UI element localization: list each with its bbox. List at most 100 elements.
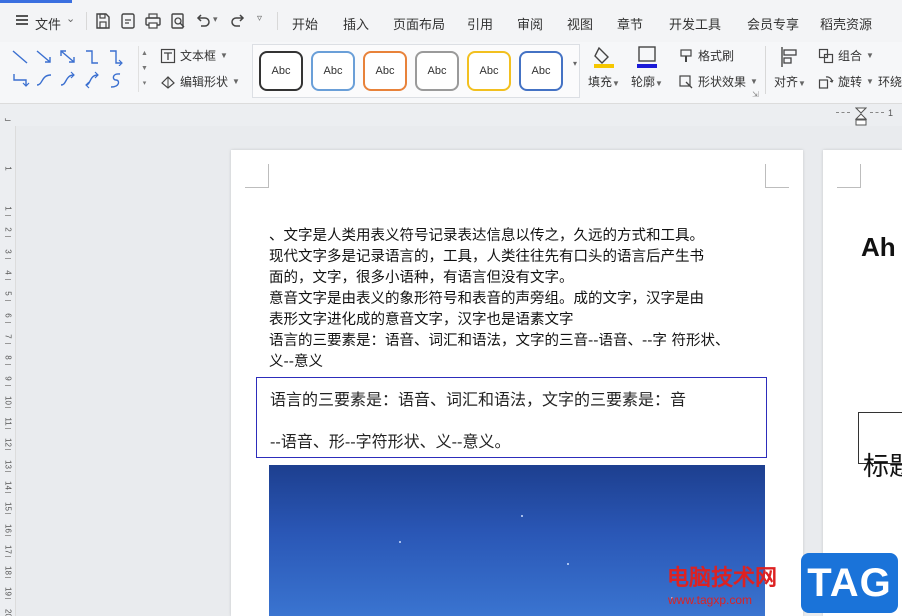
double-arrow-line-icon[interactable] bbox=[58, 48, 78, 66]
rotate-label: 旋转 bbox=[838, 75, 863, 89]
freeform-curve-icon[interactable] bbox=[106, 71, 126, 89]
textbox-button[interactable]: 文本框 ▼ bbox=[160, 47, 228, 64]
tab-insert[interactable]: 插入 bbox=[343, 14, 369, 33]
ruler-tick bbox=[5, 236, 11, 238]
ruler-number: 7 bbox=[3, 334, 13, 339]
print-preview-icon[interactable] bbox=[168, 11, 188, 31]
body-line: 、文字是人类用表义符号记录表达信息以传之，久远的方式和工具。 bbox=[269, 228, 704, 244]
format-painter-button[interactable]: 格式刷 bbox=[678, 47, 734, 64]
tab-home[interactable]: 开始 bbox=[292, 14, 318, 33]
elbow-connector-icon[interactable] bbox=[82, 48, 102, 66]
body-line: 义--意义 bbox=[269, 354, 323, 370]
tab-docer-resources[interactable]: 稻壳资源 bbox=[820, 14, 872, 33]
wrap-label: 环绕 bbox=[878, 75, 902, 89]
ruler-tick bbox=[5, 278, 11, 280]
chevron-down-icon: ▼ bbox=[220, 51, 228, 60]
export-pdf-icon[interactable] bbox=[118, 11, 138, 31]
print-icon[interactable] bbox=[143, 11, 163, 31]
shape-gallery-scroll[interactable]: ▲ ▼ ▾ bbox=[138, 46, 150, 92]
elbow-arrow-connector-icon[interactable] bbox=[106, 48, 126, 66]
wrap-button[interactable]: 环绕 bbox=[878, 73, 902, 90]
ruler-number: 8 bbox=[3, 355, 13, 360]
menu-bar: 文件 ⌄ ▾ ▿ 开始 插入 页面布局 引用 审阅 视图 章节 开发工具 会员专… bbox=[0, 0, 902, 42]
ruler-tick bbox=[5, 428, 11, 429]
scroll-down-icon[interactable]: ▼ bbox=[139, 61, 150, 76]
edit-shape-button[interactable]: 编辑形状 ▼ bbox=[160, 73, 240, 90]
undo-dropdown-icon[interactable]: ▾ bbox=[213, 14, 218, 25]
indent-marker-icon[interactable] bbox=[855, 106, 867, 126]
ruler-tick bbox=[5, 534, 11, 536]
expand-gallery-icon[interactable]: ▾ bbox=[139, 76, 150, 91]
shape-gallery[interactable] bbox=[8, 46, 132, 92]
selected-textbox[interactable]: 语言的三要素是：语音、词汇和语法，文字的三要素是：音 --语音、形--字符形状、… bbox=[256, 377, 767, 458]
ruler-tick bbox=[5, 577, 11, 579]
ruler-number: 11 bbox=[3, 417, 13, 426]
next-document-page[interactable]: Ah 标题 bbox=[823, 150, 902, 616]
body-line: 表形文字进化成的意音文字，汉字也是语素文字 bbox=[269, 312, 574, 328]
ruler-number: 5 bbox=[3, 291, 13, 296]
align-label: 对齐 bbox=[774, 75, 799, 89]
curved-double-arrow-icon[interactable] bbox=[82, 71, 102, 89]
rotate-button[interactable]: 旋转 ▼ bbox=[818, 73, 874, 90]
shape-style-1[interactable]: Abc bbox=[259, 51, 303, 91]
shape-style-4[interactable]: Abc bbox=[415, 51, 459, 91]
tab-page-layout[interactable]: 页面布局 bbox=[393, 14, 445, 33]
divider bbox=[765, 46, 766, 94]
shape-style-6[interactable]: Abc bbox=[519, 51, 563, 91]
tab-review[interactable]: 审阅 bbox=[517, 14, 543, 33]
ruler-marker bbox=[870, 112, 884, 113]
curved-connector-icon[interactable] bbox=[34, 71, 54, 89]
save-icon[interactable] bbox=[93, 11, 113, 31]
shape-style-3[interactable]: Abc bbox=[363, 51, 407, 91]
margin-corner-mark bbox=[245, 164, 269, 188]
ruler-number: 6 bbox=[3, 312, 13, 318]
ruler-number: 12 bbox=[3, 438, 13, 448]
dialog-launcher-icon[interactable]: ⇲ bbox=[752, 90, 759, 99]
scroll-up-icon[interactable]: ▲ bbox=[139, 46, 150, 61]
rotate-icon bbox=[818, 75, 834, 89]
edit-shape-label: 编辑形状 bbox=[180, 75, 229, 89]
horizontal-ruler: ⌙ 1 bbox=[0, 104, 902, 126]
fill-bucket-icon bbox=[591, 45, 617, 69]
ruler-tick bbox=[5, 364, 11, 366]
ruler-tick bbox=[5, 257, 11, 259]
line-icon[interactable] bbox=[10, 48, 30, 66]
expand-styles-icon[interactable]: ▾ bbox=[573, 59, 577, 68]
outline-button[interactable]: 轮廓▼ bbox=[627, 45, 667, 90]
undo-icon[interactable] bbox=[193, 11, 213, 31]
tab-stop-selector-icon[interactable]: ⌙ bbox=[4, 114, 12, 125]
shape-effect-button[interactable]: 形状效果 ▼ bbox=[678, 73, 758, 90]
star-dot bbox=[399, 541, 401, 543]
document-page[interactable]: 、文字是人类用表义符号记录表达信息以传之，久远的方式和工具。 现代文字多是记录语… bbox=[231, 150, 803, 616]
document-body[interactable]: 、文字是人类用表义符号记录表达信息以传之，久远的方式和工具。 现代文字多是记录语… bbox=[269, 226, 774, 373]
format-painter-icon bbox=[680, 48, 692, 62]
ruler-marker bbox=[836, 112, 850, 113]
ruler-tick bbox=[5, 449, 11, 451]
tab-member[interactable]: 会员专享 bbox=[747, 14, 799, 33]
redo-icon[interactable] bbox=[228, 11, 248, 31]
customize-toolbar-icon[interactable]: ▿ bbox=[257, 13, 262, 24]
page2-heading: Ah bbox=[861, 232, 896, 262]
ruler-tick bbox=[5, 385, 11, 387]
align-button[interactable]: 对齐▼ bbox=[770, 45, 810, 90]
ruler-number: 3 bbox=[3, 248, 13, 254]
curved-arrow-connector-icon[interactable] bbox=[58, 71, 78, 89]
shape-style-2[interactable]: Abc bbox=[311, 51, 355, 91]
textbox-line: 语言的三要素是：语音、词汇和语法，文字的三要素是：音 bbox=[270, 390, 687, 409]
textbox-icon bbox=[160, 48, 176, 63]
tab-developer[interactable]: 开发工具 bbox=[669, 14, 721, 33]
tab-chapter[interactable]: 章节 bbox=[617, 14, 643, 33]
shape-style-5[interactable]: Abc bbox=[467, 51, 511, 91]
arrow-line-icon[interactable] bbox=[34, 48, 54, 66]
vertical-ruler: 1 1 2 3 4 5 6 7 8 9 10 11 12 13 14 15 16 17 18 19 20 bbox=[0, 126, 16, 616]
ruler-number: 13 bbox=[3, 459, 13, 469]
textbox-line: --语音、形--字符形状、义--意义。 bbox=[270, 432, 511, 451]
group-button[interactable]: 组合 ▼ bbox=[818, 47, 874, 64]
chevron-down-icon: ▼ bbox=[232, 77, 240, 86]
tab-references[interactable]: 引用 bbox=[467, 14, 493, 33]
tab-view[interactable]: 视图 bbox=[567, 14, 593, 33]
fill-button[interactable]: 填充▼ bbox=[584, 45, 624, 90]
shape-effect-label: 形状效果 bbox=[698, 75, 747, 89]
chevron-down-icon: ▼ bbox=[866, 77, 874, 86]
elbow-double-arrow-icon[interactable] bbox=[10, 71, 30, 89]
